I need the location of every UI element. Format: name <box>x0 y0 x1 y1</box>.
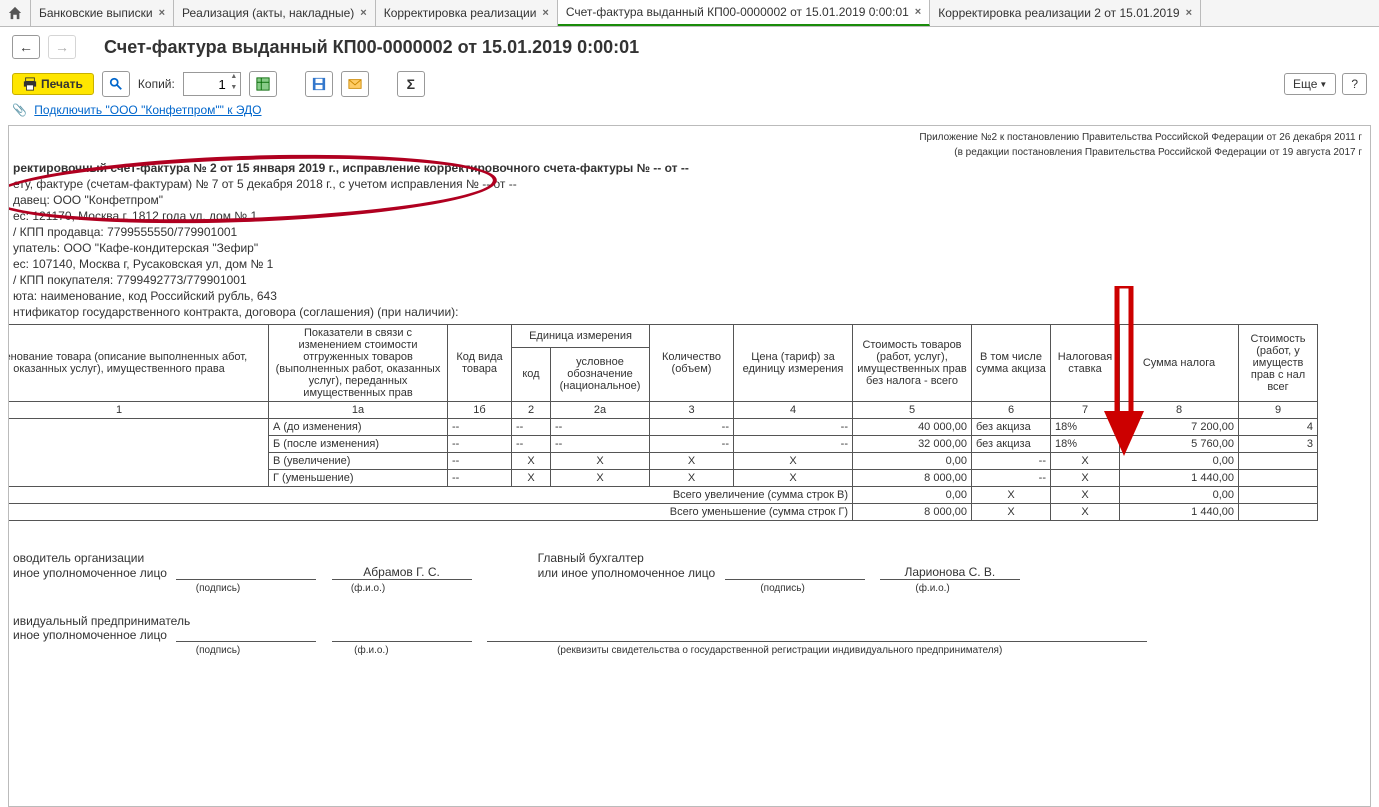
header: ← → Счет-фактура выданный КП00-0000002 о… <box>0 27 1379 67</box>
tab-realization[interactable]: Реализация (акты, накладные) × <box>174 0 376 26</box>
th-indicators: Показатели в связи с изменением стоимост… <box>269 325 448 402</box>
th-price: Цена (тариф) за единицу измерения <box>734 325 853 402</box>
currency-line: юта: наименование, код Российский рубль,… <box>9 288 1370 304</box>
copies-label: Копий: <box>138 77 175 91</box>
save-button[interactable] <box>305 71 333 97</box>
page-title: Счет-фактура выданный КП00-0000002 от 15… <box>104 37 639 58</box>
close-icon[interactable]: × <box>159 7 165 19</box>
sub-fio: (ф.и.о.) <box>293 583 443 594</box>
ip-label-2: иное уполномоченное лицо <box>13 628 167 642</box>
seller-address: ес: 121170, Москва г, 1812 года ул, дом … <box>9 208 1370 224</box>
spin-down-icon[interactable]: ▼ <box>228 84 240 95</box>
doc-base-invoice: ету, фактуре (счетам-фактурам) № 7 от 5 … <box>9 176 1370 192</box>
nav-back-button[interactable]: ← <box>12 35 40 59</box>
head-fio-line: Абрамов Г. С. <box>332 565 472 580</box>
home-icon <box>8 6 22 20</box>
sub-sign: (подпись) <box>143 645 293 656</box>
table-total-row: Всего увеличение (сумма строк В)0,00XX0,… <box>8 487 1318 504</box>
close-icon[interactable]: × <box>360 7 366 19</box>
accountant-label-2: или иное уполномоченное лицо <box>538 566 716 580</box>
toolbar: Печать Копий: ▲▼ Σ Еще▼ ? <box>0 67 1379 101</box>
edo-link[interactable]: Подключить "ООО "Конфетпром"" к ЭДО <box>34 103 261 117</box>
sub-sign: (подпись) <box>143 583 293 594</box>
contract-id-line: нтификатор государственного контракта, д… <box>9 304 1370 320</box>
ip-signature-block: ивидуальный предприниматель иное уполном… <box>9 614 1370 656</box>
acc-fio-line: Ларионова С. В. <box>880 565 1020 580</box>
signature-block: оводитель организации иное уполномоченно… <box>9 551 1370 594</box>
head-label: оводитель организации <box>13 551 144 565</box>
tab-label: Счет-фактура выданный КП00-0000002 от 15… <box>566 5 909 19</box>
ip-label: ивидуальный предприниматель <box>13 614 190 628</box>
th-code: Код вида товара <box>448 325 512 402</box>
table-header-row: именование товара (описание выполненных … <box>8 325 1318 348</box>
close-icon[interactable]: × <box>1186 7 1192 19</box>
buyer-inn-kpp: / КПП покупателя: 7799492773/779901001 <box>9 272 1370 288</box>
invoice-table: именование товара (описание выполненных … <box>8 324 1318 521</box>
document-viewport[interactable]: Приложение №2 к постановлению Правительс… <box>8 125 1371 807</box>
tab-label: Банковские выписки <box>39 6 153 20</box>
print-label: Печать <box>41 77 83 91</box>
page-setup-button[interactable] <box>249 71 277 97</box>
table-icon <box>256 77 270 91</box>
tab-bank-statements[interactable]: Банковские выписки × <box>31 0 174 26</box>
th-qty: Количество (объем) <box>650 325 734 402</box>
sub-fio: (ф.и.о.) <box>858 583 1008 594</box>
attachment-icon: 📎 <box>12 103 27 117</box>
home-tab[interactable] <box>0 0 31 26</box>
help-button[interactable]: ? <box>1342 73 1367 95</box>
spin-up-icon[interactable]: ▲ <box>228 73 240 84</box>
nav-forward-button[interactable]: → <box>48 35 76 59</box>
th-tax: Сумма налога <box>1120 325 1239 402</box>
tab-label: Корректировка реализации 2 от 15.01.2019 <box>938 6 1179 20</box>
seller-inn-kpp: / КПП продавца: 7799555550/779901001 <box>9 224 1370 240</box>
buyer-address: ес: 107140, Москва г, Русаковская ул, до… <box>9 256 1370 272</box>
table-total-row: Всего уменьшение (сумма строк Г)8 000,00… <box>8 504 1318 521</box>
close-icon[interactable]: × <box>915 6 921 18</box>
sub-fio: (ф.и.о.) <box>296 645 446 656</box>
ip-req-sub: (реквизиты свидетельства о государственн… <box>450 645 1110 656</box>
tab-bar: Банковские выписки × Реализация (акты, на… <box>0 0 1379 27</box>
print-button[interactable]: Печать <box>12 73 94 95</box>
tab-correction[interactable]: Корректировка реализации × <box>376 0 558 26</box>
copies-stepper[interactable]: ▲▼ <box>183 72 241 96</box>
appendix-line-2: (в редакции постановления Правительства … <box>9 145 1370 160</box>
th-name: именование товара (описание выполненных … <box>8 325 269 402</box>
close-icon[interactable]: × <box>542 7 548 19</box>
chevron-down-icon: ▼ <box>1319 80 1327 89</box>
tab-invoice-active[interactable]: Счет-фактура выданный КП00-0000002 от 15… <box>558 0 930 26</box>
seller-name: давец: ООО "Конфетпром" <box>9 192 1370 208</box>
preview-button[interactable] <box>102 71 130 97</box>
help-label: ? <box>1351 77 1358 91</box>
appendix-line-1: Приложение №2 к постановлению Правительс… <box>9 130 1370 145</box>
doc-title: ректировочный счет-фактура № 2 от 15 янв… <box>13 161 689 175</box>
sum-button[interactable]: Σ <box>397 71 425 97</box>
more-label: Еще <box>1293 77 1317 91</box>
head-label-2: иное уполномоченное лицо <box>13 566 167 580</box>
sigma-icon: Σ <box>407 76 415 92</box>
magnifier-icon <box>109 77 123 91</box>
accountant-label: Главный бухгалтер <box>538 551 644 565</box>
th-cost-tax: Стоимость (работ, у имуществ прав с нал … <box>1239 325 1318 402</box>
floppy-icon <box>312 77 326 91</box>
email-button[interactable] <box>341 71 369 97</box>
th-cost-notax: Стоимость товаров (работ, услуг), имущес… <box>853 325 972 402</box>
sub-sign: (подпись) <box>708 583 858 594</box>
th-unit-group: Единица измерения <box>512 325 650 348</box>
th-unit-code: код <box>512 347 551 401</box>
tab-label: Корректировка реализации <box>384 6 537 20</box>
mail-icon <box>348 77 362 91</box>
tab-correction-2[interactable]: Корректировка реализации 2 от 15.01.2019… <box>930 0 1201 26</box>
tab-label: Реализация (акты, накладные) <box>182 6 354 20</box>
table-numrow: 11а1б22а3456789 <box>8 402 1318 419</box>
th-unit-name: условное обозначение (национальное) <box>551 347 650 401</box>
th-rate: Налоговая ставка <box>1051 325 1120 402</box>
more-button[interactable]: Еще▼ <box>1284 73 1336 95</box>
table-row: олад А (до изменения)----------40 000,00… <box>8 419 1318 436</box>
document-content: Приложение №2 к постановлению Правительс… <box>9 126 1370 716</box>
printer-icon <box>23 77 37 91</box>
item-name: олад <box>8 419 269 487</box>
edo-link-row: 📎 Подключить "ООО "Конфетпром"" к ЭДО <box>0 101 1379 125</box>
th-excise: В том числе сумма акциза <box>972 325 1051 402</box>
buyer-name: упатель: ООО "Кафе-кондитерская "Зефир" <box>9 240 1370 256</box>
